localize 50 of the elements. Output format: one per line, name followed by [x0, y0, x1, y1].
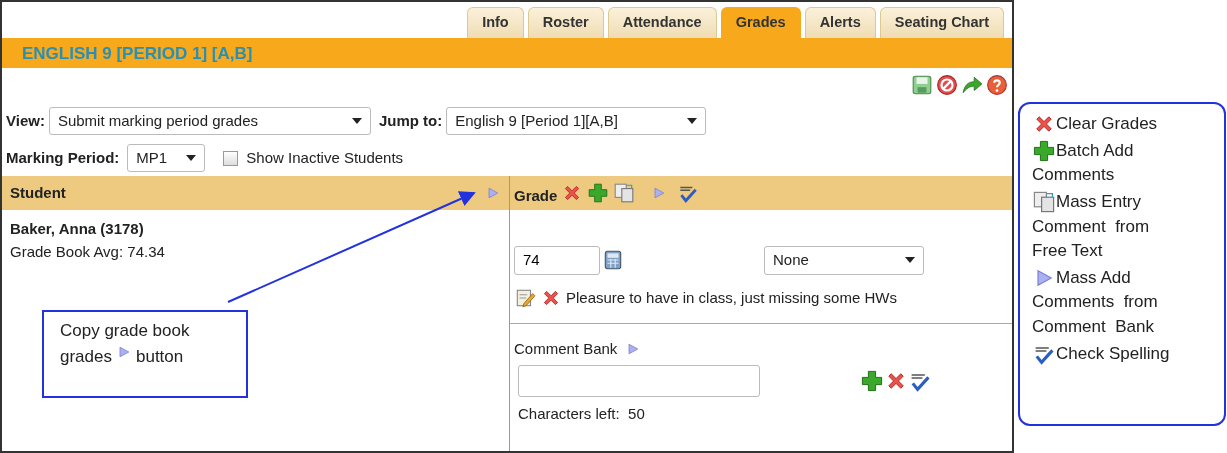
callout-text: Copy grade book	[60, 320, 191, 342]
tab[interactable]: Alerts	[804, 7, 876, 38]
caret-icon	[905, 257, 915, 264]
tab[interactable]: Info	[467, 7, 524, 38]
documents-icon[interactable]	[613, 182, 636, 204]
comment-input[interactable]	[518, 364, 760, 397]
calculator-icon[interactable]	[602, 249, 624, 272]
plus-icon	[1032, 138, 1056, 163]
callout-text: grades	[60, 345, 112, 368]
save-icon[interactable]	[911, 74, 933, 96]
legend-text: Batch Add	[1056, 139, 1134, 162]
column-header: Student	[10, 182, 66, 203]
field-label: View:	[6, 110, 45, 131]
documents-icon	[1032, 190, 1056, 215]
help-icon[interactable]	[986, 74, 1008, 96]
tab[interactable]: Attendance	[607, 7, 717, 38]
view-dropdown[interactable]: Submit marking period grades	[48, 106, 371, 136]
column-header: Grade	[514, 185, 558, 206]
caret-icon	[687, 118, 698, 124]
legend-text: Mass Entry	[1056, 190, 1142, 213]
field-label: Marking Period:	[6, 147, 120, 168]
legend-text: Comment from Free Text	[1032, 215, 1151, 263]
legend-text: Mass Add	[1056, 266, 1131, 289]
grade-input[interactable]: 74	[514, 246, 600, 275]
plus-icon[interactable]	[587, 182, 610, 204]
student-name: Baker, Anna (3178)	[10, 219, 145, 239]
grade-average: Grade Book Avg: 74.34	[10, 241, 166, 262]
tab[interactable]: Grades	[720, 7, 801, 38]
comment-text: Pleasure to have in class, just missing some HWs	[566, 287, 897, 308]
no-entry-icon[interactable]	[936, 74, 958, 96]
comment-bank-label: Comment Bank	[514, 339, 618, 359]
course-title: ENGLISH 9 [PERIOD 1] [A,B]	[2, 38, 1012, 68]
comment-dropdown[interactable]: None	[764, 246, 924, 275]
tab[interactable]: Roster	[527, 7, 604, 38]
checkbox[interactable]	[223, 150, 239, 166]
jump-dropdown[interactable]: English 9 [Period 1][A,B]	[446, 106, 707, 136]
legend-text: Comments from Comment Bank	[1032, 291, 1159, 339]
plus-icon[interactable]	[860, 368, 884, 393]
callout-text: button	[136, 345, 184, 368]
checkbox-label: Show Inactive Students	[246, 147, 404, 168]
caret-icon	[351, 118, 362, 124]
characters-left: Characters left: 50	[517, 403, 646, 424]
forward-arrow-icon[interactable]	[961, 74, 983, 96]
field-label: Jump to:	[378, 110, 443, 131]
tab[interactable]: Seating Chart	[879, 7, 1004, 38]
caret-icon	[186, 155, 197, 161]
legend-text: Clear Grades	[1056, 113, 1158, 135]
legend-text: Comments	[1032, 164, 1116, 187]
period-dropdown[interactable]: MP1	[127, 143, 206, 173]
legend-text: Check Spelling	[1056, 342, 1170, 365]
